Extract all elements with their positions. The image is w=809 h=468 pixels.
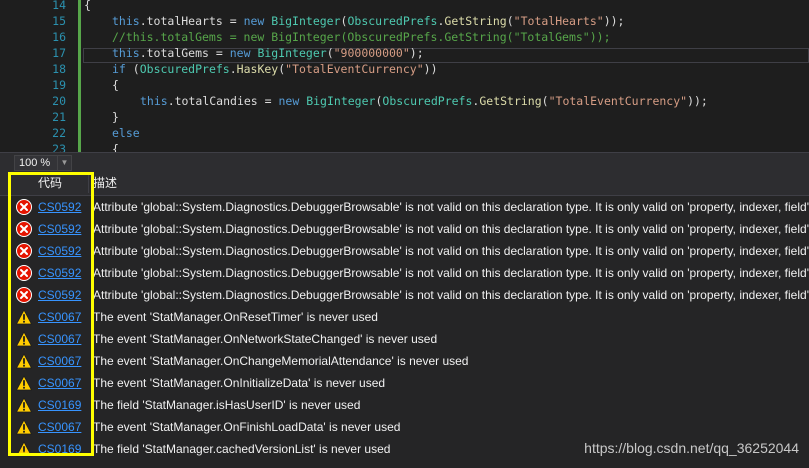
code-line[interactable]: 20 this.totalCandies = new BigInteger(Obs… — [0, 93, 809, 109]
error-list-row[interactable]: CS0592 Attribute 'global::System.Diagnost… — [0, 218, 809, 240]
error-description: The event 'StatManager.OnNetworkStateCha… — [93, 332, 438, 346]
error-code-link[interactable]: CS0592 — [38, 262, 81, 284]
line-number: 20 — [52, 94, 66, 108]
watermark: https://blog.csdn.net/qq_36252044 — [584, 440, 799, 456]
code-text: { — [112, 78, 119, 92]
error-list-row[interactable]: CS0067 The event 'StatManager.OnChangeMem… — [0, 350, 809, 372]
code-text: else — [112, 126, 140, 140]
error-code-link[interactable]: CS0067 — [38, 306, 81, 328]
zoom-dropdown[interactable]: 100 % ▼ — [14, 155, 72, 171]
code-line[interactable]: 18 if (ObscuredPrefs.HasKey("TotalEventCu… — [0, 61, 809, 77]
error-description: The event 'StatManager.OnInitializeData'… — [93, 376, 386, 390]
error-icon — [16, 265, 32, 281]
code-line[interactable]: 22 else — [0, 125, 809, 141]
change-marker — [78, 109, 81, 125]
error-code-link[interactable]: CS0067 — [38, 328, 81, 350]
change-marker — [78, 61, 81, 77]
warning-icon — [15, 309, 33, 325]
error-code-link[interactable]: CS0169 — [38, 394, 81, 416]
change-marker — [78, 29, 81, 45]
column-separator[interactable] — [88, 174, 89, 193]
editor-status-bar: 100 % ▼ — [0, 152, 809, 173]
error-icon — [16, 199, 32, 215]
error-code-link[interactable]: CS0067 — [38, 416, 81, 438]
line-number: 16 — [52, 30, 66, 44]
error-list-row[interactable]: CS0067 The event 'StatManager.OnNetworkSt… — [0, 328, 809, 350]
warning-icon — [15, 375, 33, 391]
change-marker — [78, 45, 81, 61]
code-line[interactable]: 17 this.totalGems = new BigInteger("90000… — [0, 45, 809, 61]
error-code-link[interactable]: CS0592 — [38, 240, 81, 262]
error-description: The event 'StatManager.OnChangeMemorialA… — [93, 354, 469, 368]
error-code-link[interactable]: CS0067 — [38, 372, 81, 394]
change-marker — [78, 13, 81, 29]
error-list-header: 代码 描述 — [0, 172, 809, 196]
error-icon — [16, 243, 32, 259]
change-marker — [78, 125, 81, 141]
line-number: 17 — [52, 46, 66, 60]
warning-icon — [15, 331, 33, 347]
line-number: 21 — [52, 110, 66, 124]
warning-icon — [15, 353, 33, 369]
error-description: Attribute 'global::System.Diagnostics.De… — [93, 200, 809, 214]
error-list-row[interactable]: CS0169 The field 'StatManager.isHasUserID… — [0, 394, 809, 416]
warning-icon — [15, 419, 33, 435]
error-list-row[interactable]: CS0592 Attribute 'global::System.Diagnost… — [0, 284, 809, 306]
visual-studio-window: 14 {15 this.totalHearts = new BigInteger(O… — [0, 0, 809, 468]
error-description: The event 'StatManager.OnResetTimer' is … — [93, 310, 378, 324]
change-marker — [78, 93, 81, 109]
code-line[interactable]: 15 this.totalHearts = new BigInteger(Obsc… — [0, 13, 809, 29]
error-description: Attribute 'global::System.Diagnostics.De… — [93, 288, 809, 302]
warning-icon — [15, 441, 33, 457]
error-icon — [16, 221, 32, 237]
code-line[interactable]: 19 { — [0, 77, 809, 93]
error-description: The field 'StatManager.isHasUserID' is n… — [93, 398, 361, 412]
error-description: Attribute 'global::System.Diagnostics.De… — [93, 222, 809, 236]
error-list-panel: 代码 描述 CS0592Attribute 'global::System.Di… — [0, 172, 809, 468]
warning-icon — [15, 397, 33, 413]
error-list-row[interactable]: CS0067 The event 'StatManager.OnResetTime… — [0, 306, 809, 328]
error-list-row[interactable]: CS0592 Attribute 'global::System.Diagnost… — [0, 240, 809, 262]
error-list-row[interactable]: CS0592 Attribute 'global::System.Diagnost… — [0, 196, 809, 218]
code-text: this.totalCandies = new BigInteger(Obscu… — [140, 94, 708, 108]
line-number: 18 — [52, 62, 66, 76]
error-code-link[interactable]: CS0592 — [38, 218, 81, 240]
zoom-level: 100 % — [19, 157, 51, 169]
line-number: 15 — [52, 14, 66, 28]
column-header-description[interactable]: 描述 — [93, 172, 117, 195]
error-list-row[interactable]: CS0067 The event 'StatManager.OnInitializ… — [0, 372, 809, 394]
code-text: { — [84, 0, 91, 12]
error-description: The event 'StatManager.OnFinishLoadData'… — [93, 420, 401, 434]
error-description: Attribute 'global::System.Diagnostics.De… — [93, 244, 809, 258]
code-text: } — [112, 110, 119, 124]
error-code-link[interactable]: CS0592 — [38, 196, 81, 218]
code-text: //this.totalGems = new BigInteger(Obscur… — [112, 30, 611, 44]
error-description: Attribute 'global::System.Diagnostics.De… — [93, 266, 809, 280]
error-list-row[interactable]: CS0067 The event 'StatManager.OnFinishLoa… — [0, 416, 809, 438]
error-icon — [16, 287, 32, 303]
error-code-link[interactable]: CS0592 — [38, 284, 81, 306]
code-text: this.totalGems = new BigInteger("9000000… — [112, 46, 424, 60]
code-text: if (ObscuredPrefs.HasKey("TotalEventCurr… — [112, 62, 438, 76]
line-number: 22 — [52, 126, 66, 140]
column-header-code[interactable]: 代码 — [38, 172, 62, 195]
code-editor[interactable]: 14 {15 this.totalHearts = new BigInteger(O… — [0, 0, 809, 157]
code-line[interactable]: 16 //this.totalGems = new BigInteger(Obsc… — [0, 29, 809, 45]
line-number: 14 — [52, 0, 66, 12]
change-marker — [78, 77, 81, 93]
code-text: this.totalHearts = new BigInteger(Obscur… — [112, 14, 625, 28]
code-line[interactable]: 21} — [0, 109, 809, 125]
code-line[interactable]: 14 { — [0, 0, 809, 13]
line-number: 19 — [52, 78, 66, 92]
chevron-down-icon[interactable]: ▼ — [57, 156, 71, 170]
error-code-link[interactable]: CS0169 — [38, 438, 81, 460]
error-list-row[interactable]: CS0592 Attribute 'global::System.Diagnost… — [0, 262, 809, 284]
change-marker — [78, 0, 81, 13]
error-code-link[interactable]: CS0067 — [38, 350, 81, 372]
